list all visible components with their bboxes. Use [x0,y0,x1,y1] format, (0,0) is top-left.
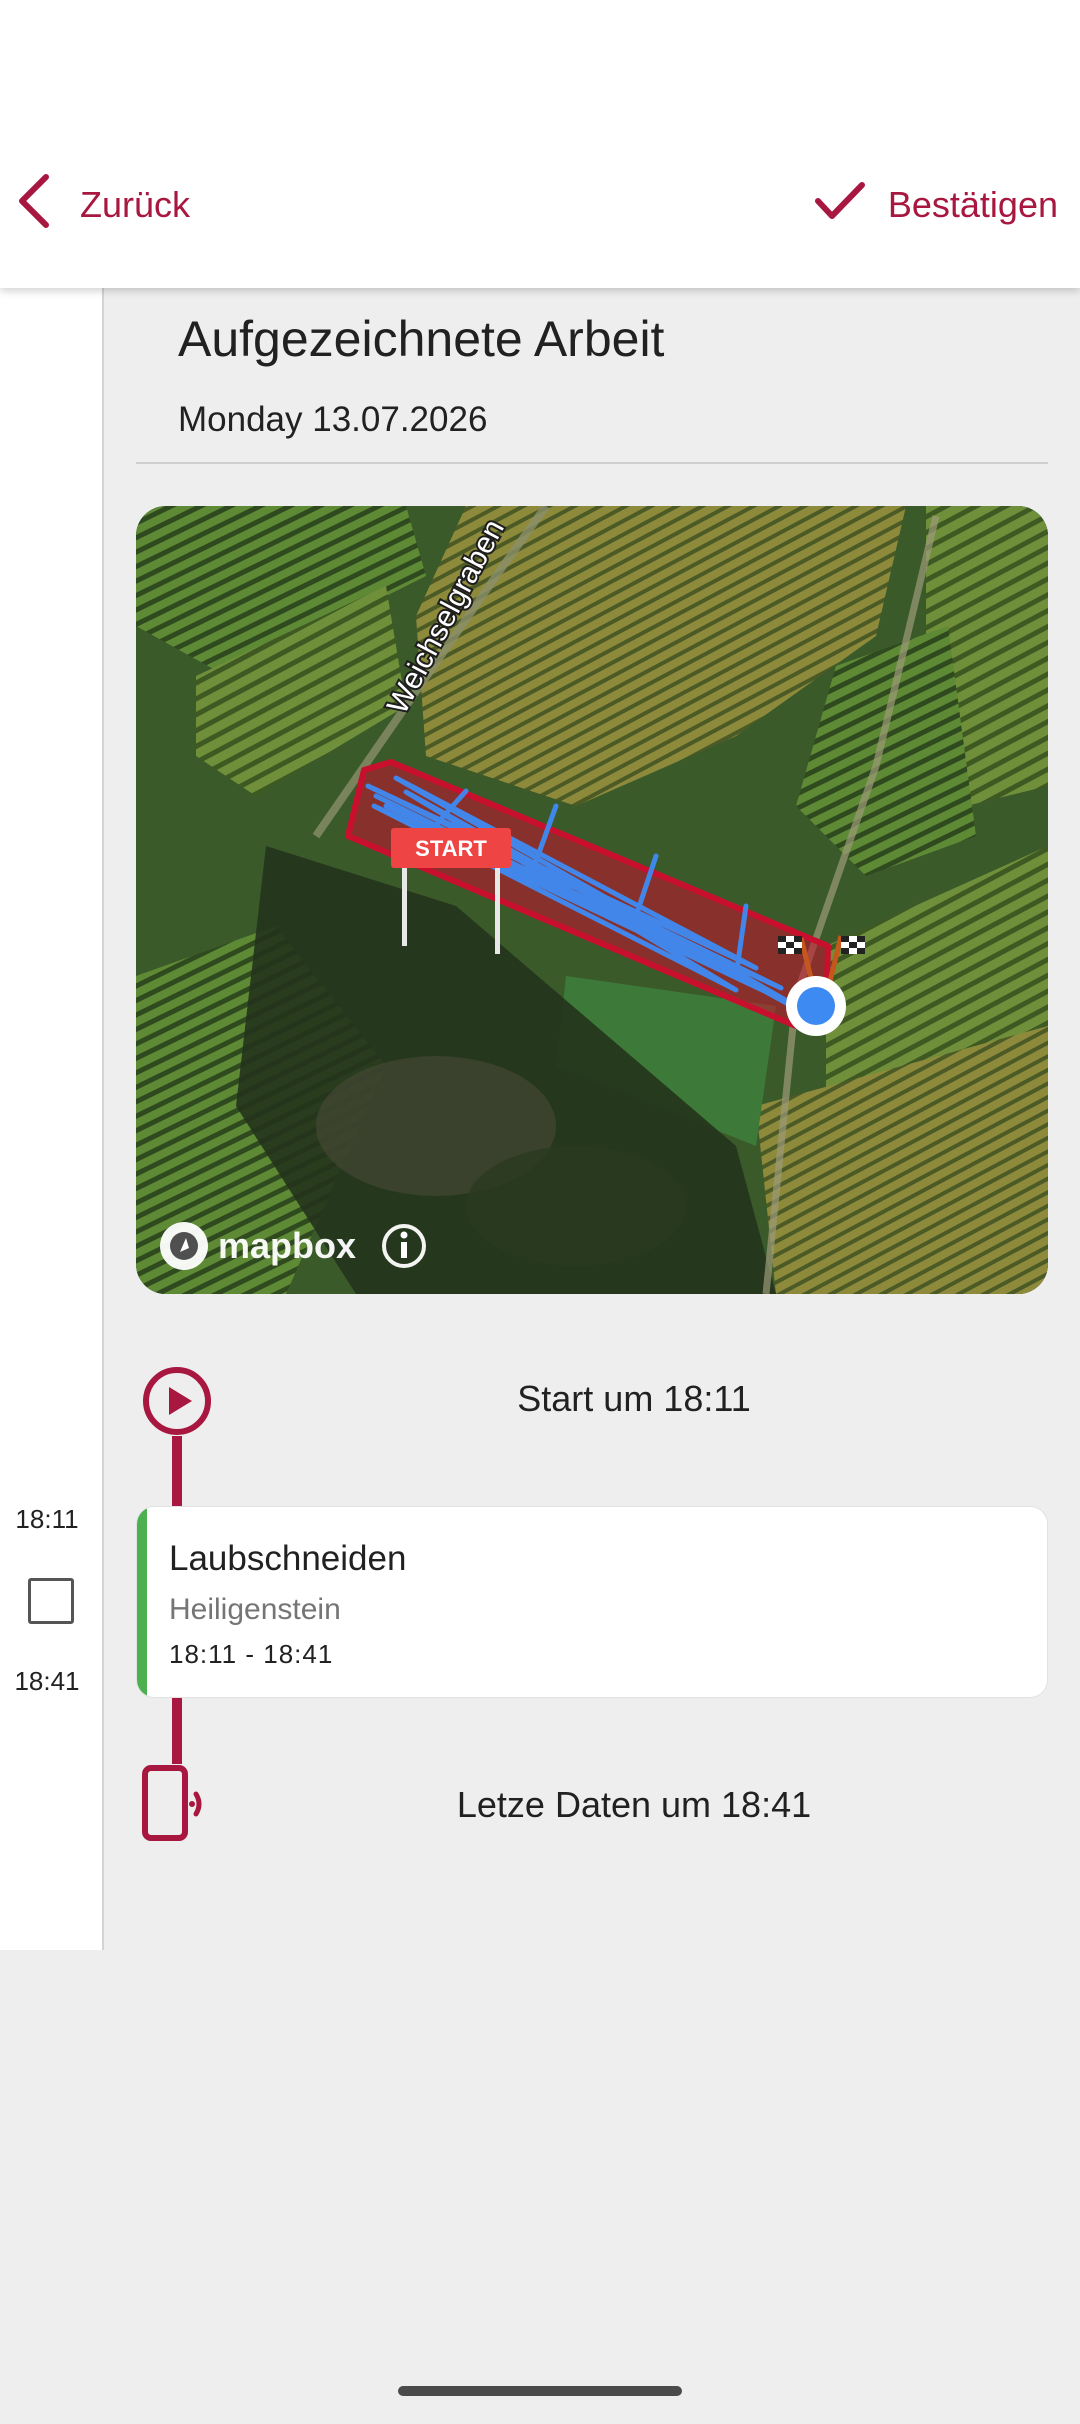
work-entry-card[interactable]: Laubschneiden Heiligenstein 18:11 - 18:4… [136,1506,1048,1698]
confirm-label: Bestätigen [887,184,1058,225]
divider [136,462,1048,464]
card-accent-bar [137,1507,147,1697]
back-button[interactable]: Zurück [14,168,190,242]
start-flag-label: START [415,836,487,861]
timeline-connector [172,1436,182,1506]
map-forest [466,1146,686,1266]
app-bar: Zurück Bestätigen [0,0,1080,288]
work-entry-title: Laubschneiden [169,1539,407,1578]
timeline-connector [172,1698,182,1764]
screen: Zurück Bestätigen 18:11 18:41 Aufgezeich… [0,0,1080,2424]
chevron-left-icon [14,171,54,240]
mapbox-attribution: mapbox [218,1225,356,1266]
map-view[interactable]: Weichselgraben START mapbox [136,506,1048,1294]
map-canvas: Weichselgraben START mapbox [136,506,1048,1294]
left-start-time: 18:11 [15,1504,79,1534]
start-time-label: Start um 18:11 [517,1378,751,1419]
left-time-column [0,288,104,1950]
page-title: Aufgezeichnete Arbeit [178,311,665,367]
back-label: Zurück [80,184,191,225]
work-entry-location: Heiligenstein [169,1593,341,1626]
mapbox-logo[interactable]: mapbox [160,1222,356,1270]
checkmark-icon [814,179,866,232]
last-data-label: Letze Daten um 18:41 [456,1784,812,1825]
work-entry-time-range: 18:11 - 18:41 [169,1639,334,1669]
location-marker-icon [786,976,846,1036]
page-date: Monday 13.07.2026 [178,400,488,439]
entry-checkbox[interactable] [28,1578,74,1624]
confirm-button[interactable]: Bestätigen [814,168,1058,242]
left-end-time: 18:41 [14,1666,80,1696]
home-indicator[interactable] [398,2386,682,2396]
